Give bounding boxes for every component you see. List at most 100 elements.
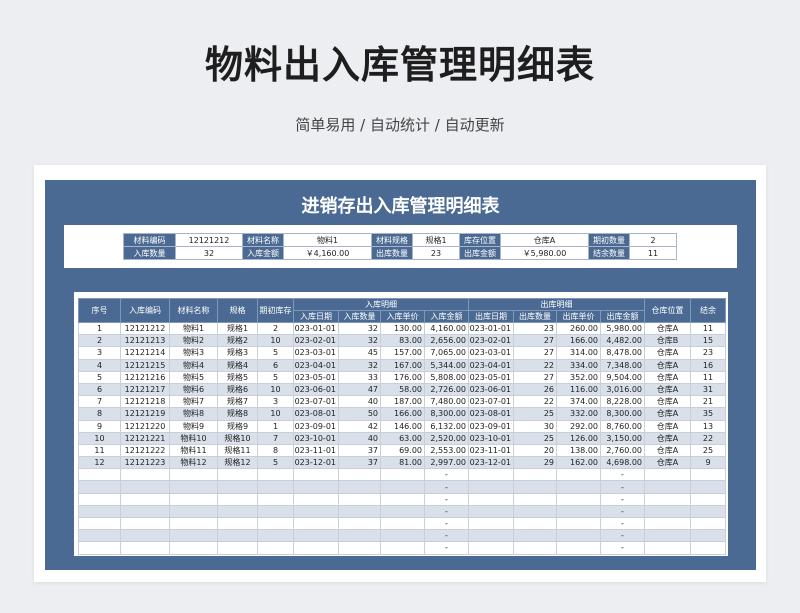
cell-location[interactable] (644, 541, 691, 555)
cell-out-price[interactable]: 374.00 (556, 395, 601, 409)
cell-code[interactable]: 12121221 (120, 431, 170, 445)
in-qty-value[interactable]: 32 (175, 246, 243, 260)
cell-out-qty[interactable]: 27 (513, 334, 557, 348)
cell-opening[interactable]: 10 (257, 334, 294, 348)
cell-location[interactable]: 仓库A (644, 321, 691, 336)
cell-out-date[interactable] (468, 480, 514, 494)
cell-in-price[interactable]: 176.00 (380, 370, 425, 384)
cell-location[interactable]: 仓库A (644, 407, 691, 421)
cell-in-date[interactable] (293, 529, 339, 543)
cell-seq[interactable] (78, 516, 121, 531)
cell-in-qty[interactable]: 33 (338, 370, 381, 384)
cell-in-price[interactable] (380, 480, 425, 494)
cell-location[interactable]: 仓库A (644, 456, 691, 470)
cell-out-date[interactable]: 2023-10-01 00:00 (468, 431, 514, 445)
cell-in-date[interactable]: 2023-07-01 00:00 (293, 395, 339, 409)
cell-in-date[interactable]: 2023-05-01 00:00 (293, 370, 339, 384)
cell-in-date[interactable]: 2023-03-01 00:00 (293, 346, 339, 360)
cell-code[interactable]: 12121223 (120, 456, 170, 470)
cell-in-amount[interactable]: 7,065.00 (424, 346, 469, 360)
cell-in-qty[interactable]: 32 (338, 321, 381, 336)
cell-in-date[interactable]: 2023-10-01 00:00 (293, 431, 339, 445)
cell-in-amount[interactable]: - (424, 480, 469, 494)
cell-in-date[interactable]: 2023-09-01 00:00 (293, 419, 339, 433)
cell-seq[interactable] (78, 541, 121, 555)
cell-out-amount[interactable]: 2,760.00 (600, 443, 645, 458)
cell-out-date[interactable] (468, 541, 514, 555)
cell-location[interactable] (644, 529, 691, 543)
cell-name[interactable]: 物料2 (169, 334, 218, 348)
table-row[interactable]: -- (78, 492, 726, 506)
cell-balance[interactable]: 16 (690, 358, 726, 372)
cell-code[interactable]: 12121218 (120, 395, 170, 409)
cell-out-amount[interactable]: 4,482.00 (600, 334, 645, 348)
cell-location[interactable] (644, 504, 691, 519)
cell-spec[interactable]: 规格6 (217, 382, 258, 397)
cell-in-price[interactable] (380, 504, 425, 519)
cell-out-qty[interactable] (513, 492, 557, 506)
col-out-price[interactable]: 出库单价 (556, 310, 601, 323)
cell-in-qty[interactable]: 37 (338, 456, 381, 470)
cell-out-date[interactable]: 2023-04-01 00:00 (468, 358, 514, 372)
cell-spec[interactable]: 规格8 (217, 407, 258, 421)
table-row[interactable]: -- (78, 529, 726, 543)
cell-name[interactable]: 物料6 (169, 382, 218, 397)
cell-out-qty[interactable] (513, 541, 557, 555)
cell-balance[interactable]: 23 (690, 346, 726, 360)
cell-out-date[interactable] (468, 468, 514, 482)
cell-opening[interactable] (257, 504, 294, 519)
cell-location[interactable] (644, 480, 691, 494)
cell-name[interactable]: 物料10 (169, 431, 218, 445)
material-name-value[interactable]: 物料1 (283, 233, 372, 247)
table-row[interactable]: -- (78, 480, 726, 494)
cell-out-price[interactable]: 162.00 (556, 456, 601, 470)
cell-spec[interactable] (217, 529, 258, 543)
in-amount-value[interactable]: ￥4,160.00 (283, 246, 372, 260)
cell-seq[interactable] (78, 480, 121, 494)
cell-opening[interactable] (257, 492, 294, 506)
cell-in-qty[interactable] (338, 504, 381, 519)
cell-in-date[interactable] (293, 541, 339, 555)
cell-in-qty[interactable]: 32 (338, 358, 381, 372)
cell-seq[interactable]: 8 (78, 407, 121, 421)
cell-out-amount[interactable]: 8,228.00 (600, 395, 645, 409)
cell-out-price[interactable]: 116.00 (556, 382, 601, 397)
cell-out-price[interactable]: 166.00 (556, 334, 601, 348)
col-seq[interactable]: 序号 (78, 298, 121, 323)
cell-opening[interactable]: 6 (257, 358, 294, 372)
cell-in-amount[interactable]: - (424, 541, 469, 555)
cell-seq[interactable] (78, 468, 121, 482)
col-out-date[interactable]: 出库日期 (468, 310, 514, 323)
cell-in-price[interactable]: 81.00 (380, 456, 425, 470)
cell-location[interactable]: 仓库A (644, 382, 691, 397)
cell-balance[interactable]: 15 (690, 334, 726, 348)
cell-in-qty[interactable] (338, 468, 381, 482)
cell-balance[interactable]: 31 (690, 382, 726, 397)
table-row[interactable]: -- (78, 516, 726, 531)
cell-balance[interactable] (690, 480, 726, 494)
cell-out-date[interactable] (468, 504, 514, 519)
cell-out-qty[interactable]: 23 (513, 321, 557, 336)
cell-out-date[interactable] (468, 492, 514, 506)
opening-qty-value[interactable]: 2 (629, 233, 677, 247)
cell-out-amount[interactable]: 4,698.00 (600, 456, 645, 470)
cell-seq[interactable] (78, 529, 121, 543)
cell-in-price[interactable]: 167.00 (380, 358, 425, 372)
cell-name[interactable]: 物料12 (169, 456, 218, 470)
cell-name[interactable] (169, 480, 218, 494)
cell-out-qty[interactable] (513, 504, 557, 519)
cell-code[interactable]: 12121212 (120, 321, 170, 336)
col-balance[interactable]: 结余 (690, 298, 726, 323)
cell-name[interactable] (169, 504, 218, 519)
cell-out-price[interactable]: 334.00 (556, 358, 601, 372)
cell-name[interactable]: 物料9 (169, 419, 218, 433)
cell-opening[interactable]: 2 (257, 321, 294, 336)
cell-in-date[interactable]: 2023-01-01 00:00 (293, 321, 339, 336)
cell-out-date[interactable] (468, 516, 514, 531)
cell-out-amount[interactable]: 5,980.00 (600, 321, 645, 336)
cell-out-price[interactable]: 126.00 (556, 431, 601, 445)
cell-in-date[interactable]: 2023-12-01 00:00 (293, 456, 339, 470)
cell-seq[interactable]: 4 (78, 358, 121, 372)
cell-spec[interactable] (217, 541, 258, 555)
cell-spec[interactable]: 规格9 (217, 419, 258, 433)
